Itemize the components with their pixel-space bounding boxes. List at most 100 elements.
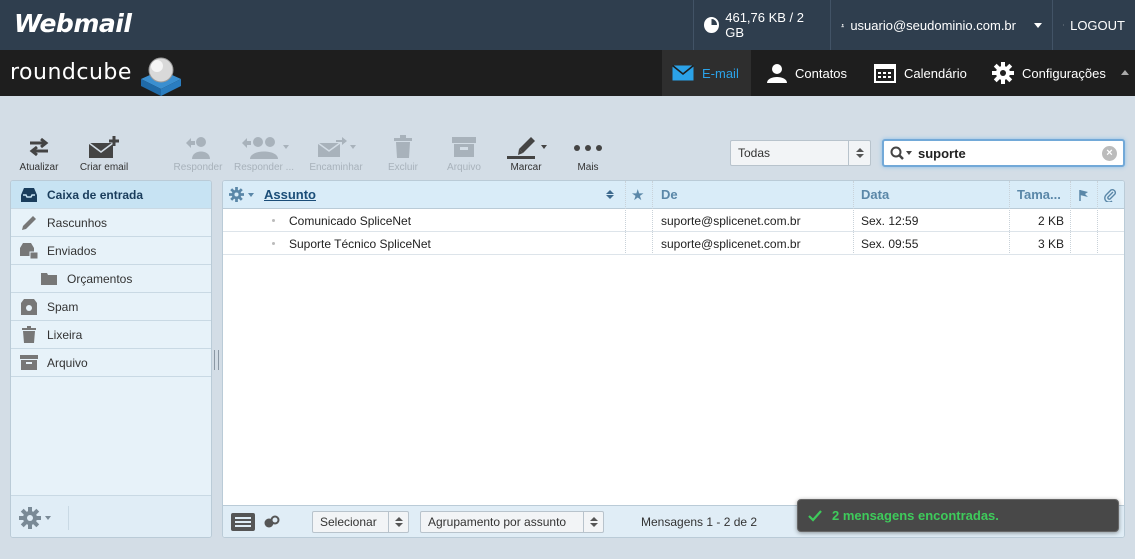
gear-icon <box>19 507 41 529</box>
trash-icon <box>394 135 412 158</box>
user-icon <box>841 23 845 27</box>
nav-settings-label: Configurações <box>1022 65 1106 81</box>
archive-button[interactable]: Arquivo <box>434 133 494 173</box>
nav-calendar[interactable]: Calendário <box>864 50 979 96</box>
compose-button[interactable]: Criar email <box>74 133 134 173</box>
nav-email-label: E-mail <box>702 65 739 81</box>
select-dropdown[interactable]: Selecionar <box>312 511 409 533</box>
folder-icon <box>41 273 57 285</box>
gear-icon <box>229 187 244 202</box>
search-options-icon[interactable] <box>890 146 914 161</box>
clear-search-icon[interactable]: × <box>1102 146 1117 161</box>
folder-orcamentos[interactable]: Orçamentos <box>11 265 211 293</box>
folder-sent[interactable]: Enviados <box>11 237 211 265</box>
filter-select[interactable]: Todas <box>730 140 871 166</box>
select-arrows-icon <box>848 141 870 165</box>
notification-text: 2 mensagens encontradas. <box>832 508 999 523</box>
select-arrows-icon <box>583 512 603 532</box>
folder-spam[interactable]: Spam <box>11 293 211 321</box>
archive-icon <box>20 355 38 370</box>
paperclip-icon <box>1104 188 1116 202</box>
nav-contacts[interactable]: Contatos <box>757 50 862 96</box>
more-button[interactable]: Mais <box>558 133 618 173</box>
threads-dropdown-value: Agrupamento por assunto <box>428 515 567 529</box>
message-row[interactable]: Suporte Técnico SpliceNet suporte@splice… <box>223 232 1124 255</box>
folder-inbox[interactable]: Caixa de entrada <box>11 181 211 209</box>
message-list-header: Assunto ★ De Data Tama... <box>223 181 1124 209</box>
forward-button[interactable]: Encaminhar <box>305 133 367 173</box>
refresh-icon <box>29 137 49 157</box>
star-icon: ★ <box>631 186 645 204</box>
select-arrows-icon <box>388 512 408 532</box>
list-view-icon[interactable] <box>231 513 255 531</box>
search-input[interactable] <box>918 146 1098 161</box>
message-row[interactable]: Comunicado SpliceNet suporte@splicenet.c… <box>223 209 1124 232</box>
more-label: Mais <box>577 162 599 173</box>
notification-toast[interactable]: 2 mensagens encontradas. <box>797 499 1119 532</box>
nav-contacts-label: Contatos <box>795 65 848 81</box>
contacts-icon <box>767 64 787 83</box>
select-dropdown-value: Selecionar <box>320 515 377 529</box>
message-count: Mensagens 1 - 2 de 2 <box>641 515 758 529</box>
quota-indicator: 461,76 KB / 2 GB <box>693 0 830 50</box>
quota-pie-icon <box>704 17 720 33</box>
nav-settings[interactable]: Configurações <box>982 50 1118 96</box>
archive-label: Arquivo <box>447 162 481 173</box>
threads-icon[interactable] <box>264 515 280 528</box>
reply-all-icon <box>241 137 278 159</box>
message-subject: Suporte Técnico SpliceNet <box>289 236 431 251</box>
column-flag-star[interactable]: ★ <box>631 181 644 208</box>
roundcube-logo-icon <box>141 57 181 96</box>
reply-button[interactable]: Responder <box>168 133 228 173</box>
gear-icon <box>992 62 1014 84</box>
mark-label: Marcar <box>510 162 542 173</box>
archive-icon <box>452 137 476 157</box>
logout-label: LOGOUT <box>1070 17 1125 33</box>
pencil-icon <box>22 215 36 230</box>
app-header: roundcube E-mail Contatos Calendário Con… <box>0 50 1135 96</box>
folder-footer <box>11 495 211 537</box>
column-from[interactable]: De <box>661 181 678 208</box>
folder-settings-button[interactable] <box>19 506 69 530</box>
roundcube-logo: roundcube <box>10 60 132 85</box>
column-size[interactable]: Tama... <box>1017 181 1061 208</box>
quota-text: 461,76 KB / 2 GB <box>725 10 805 40</box>
unread-dot-icon <box>272 232 275 255</box>
column-flag[interactable] <box>1078 181 1090 208</box>
column-size-label: Tama... <box>1017 187 1061 202</box>
reply-all-button[interactable]: Responder ... <box>228 133 300 173</box>
folder-trash[interactable]: Lixeira <box>11 321 211 349</box>
marker-icon <box>507 137 535 159</box>
message-size: 2 KB <box>1037 213 1064 228</box>
nav-calendar-label: Calendário <box>904 65 967 81</box>
more-dots-icon <box>574 145 602 151</box>
refresh-button[interactable]: Atualizar <box>9 133 69 173</box>
message-subject: Comunicado SpliceNet <box>289 213 412 228</box>
logout-button[interactable]: LOGOUT <box>1052 0 1135 50</box>
folder-archive[interactable]: Arquivo <box>11 349 211 377</box>
nav-email[interactable]: E-mail <box>662 50 751 96</box>
mark-button[interactable]: Marcar <box>496 133 556 173</box>
folder-sent-label: Enviados <box>47 243 97 258</box>
column-attachment[interactable] <box>1104 181 1116 208</box>
column-subject[interactable]: Assunto <box>264 181 620 208</box>
folder-inbox-label: Caixa de entrada <box>47 187 144 202</box>
reply-all-label: Responder ... <box>233 162 295 173</box>
filter-value: Todas <box>738 146 771 160</box>
column-from-label: De <box>661 187 678 202</box>
folder-drafts[interactable]: Rascunhos <box>11 209 211 237</box>
collapse-header-icon[interactable] <box>1121 70 1129 75</box>
unread-dot-icon <box>272 209 275 232</box>
user-menu[interactable]: usuario@seudominio.com.br <box>830 0 1052 50</box>
refresh-label: Atualizar <box>19 162 59 173</box>
delete-button[interactable]: Excluir <box>373 133 433 173</box>
threads-dropdown[interactable]: Agrupamento por assunto <box>420 511 604 533</box>
panel-splitter[interactable] <box>214 350 219 370</box>
webmail-brand: Webmail <box>14 9 132 38</box>
sent-icon <box>20 242 39 259</box>
compose-icon <box>88 136 119 158</box>
column-date[interactable]: Data <box>861 181 889 208</box>
mail-icon <box>672 65 694 81</box>
list-options-button[interactable] <box>229 181 254 208</box>
column-date-label: Data <box>861 187 890 202</box>
